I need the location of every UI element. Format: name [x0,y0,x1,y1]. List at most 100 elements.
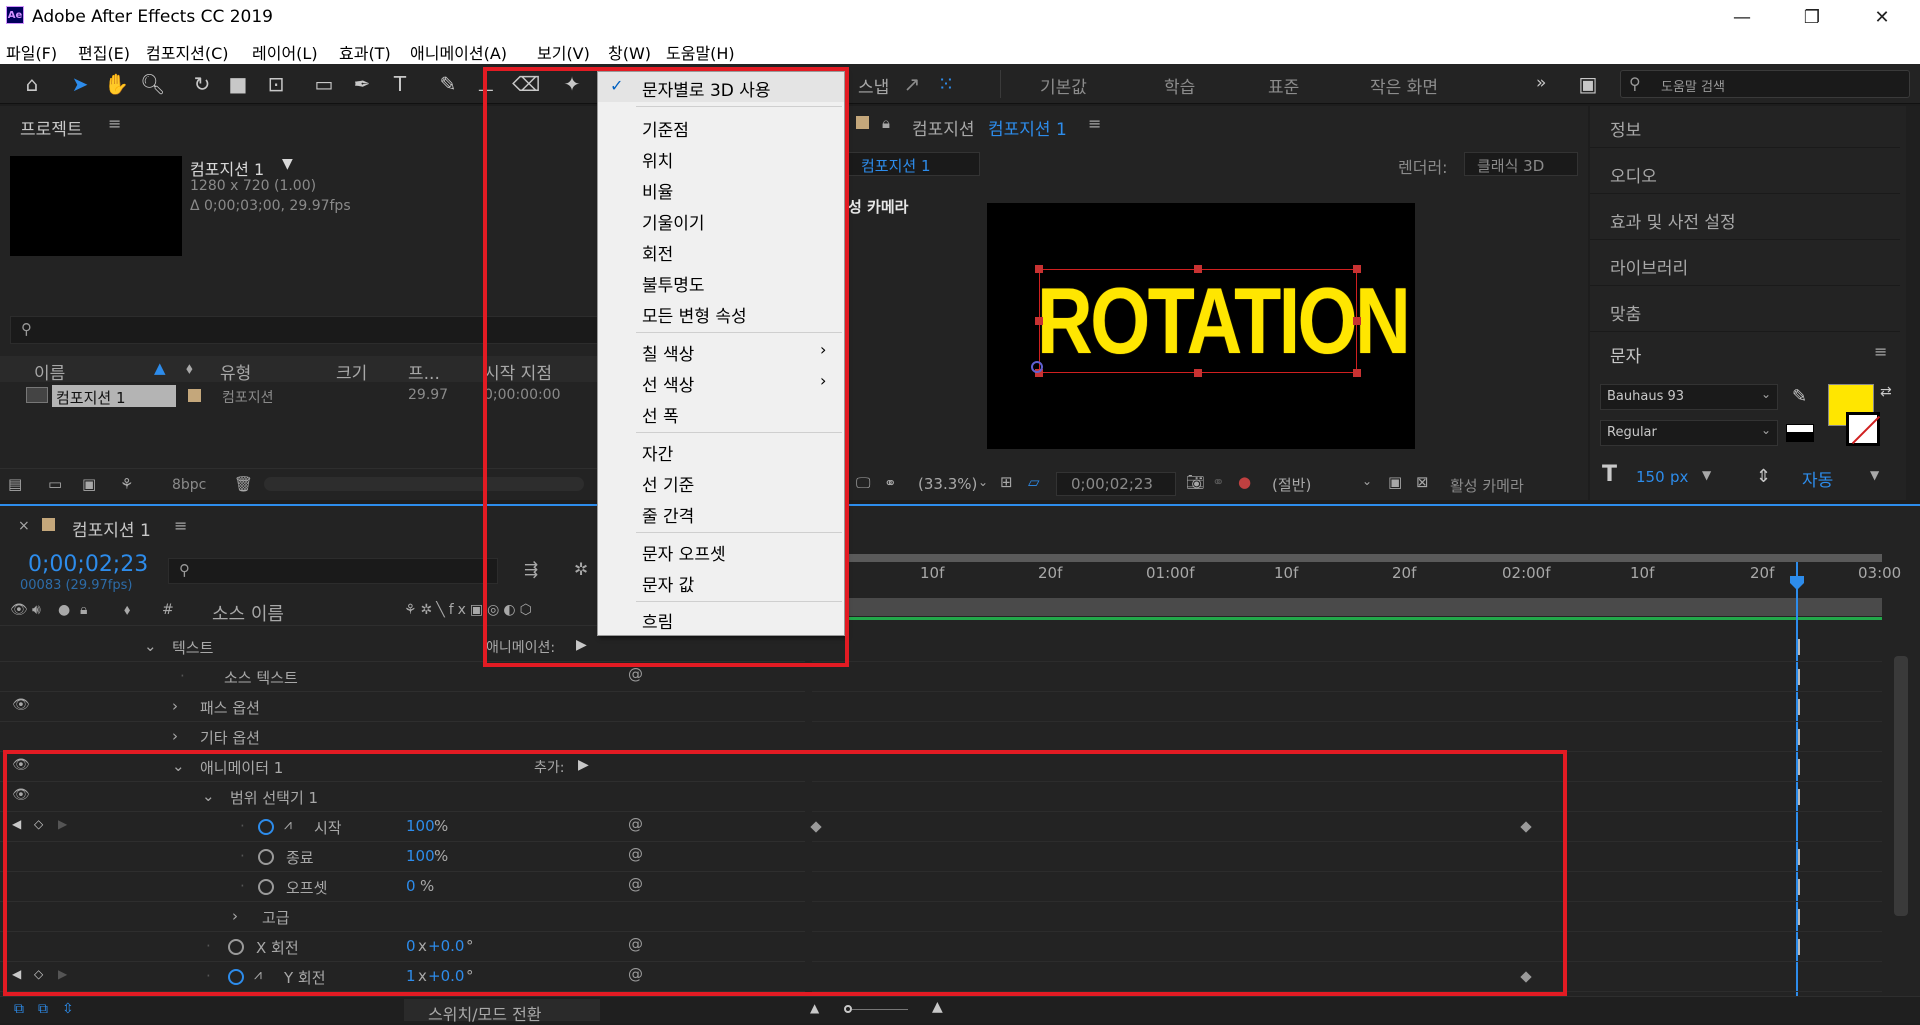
new-composition-icon[interactable]: ▣ [82,475,96,493]
timeline-tab[interactable]: 컴포지션 1 [72,516,151,541]
label-icon[interactable]: ⬧ [124,602,130,618]
navigator-bar[interactable] [812,598,1882,616]
bbox-handle[interactable] [1035,317,1043,325]
pan-behind-tool-icon[interactable]: ⊡ [264,72,288,96]
resolution-select[interactable]: (절반) ⌄ [1268,472,1378,496]
lock-icon[interactable]: 🔒︎ [882,114,890,132]
chevron-down-icon[interactable]: ▼ [1870,468,1879,482]
align-panel-header[interactable]: 맞춤 [1590,290,1900,332]
visibility-icon[interactable]: 👁︎ [10,602,28,618]
work-area-bar[interactable] [812,554,1882,562]
region-of-interest-icon[interactable]: ▣ [1388,473,1402,491]
active-camera-select[interactable]: 활성 카메라 [1450,475,1582,496]
new-folder-icon[interactable]: ▭ [48,475,62,493]
workspace-small-screen[interactable]: 작은 화면 [1370,73,1438,98]
panel-menu-icon[interactable]: ≡ [174,516,187,535]
snap-icon[interactable]: ↗ [900,72,924,96]
bbox-handle[interactable] [1035,265,1043,273]
zoom-select[interactable]: (33.3%) [918,475,977,493]
menu-effect[interactable]: 효과(T) [339,40,391,64]
font-family-select[interactable]: Bauhaus 93 ⌄ [1600,384,1778,410]
snapshot-icon[interactable]: 📷︎ [1186,473,1205,491]
zoom-slider-thumb[interactable] [844,1005,852,1013]
leading-value[interactable]: 자동 [1802,466,1833,491]
chevron-down-icon[interactable]: ⌄ [978,475,988,489]
audio-panel-header[interactable]: 오디오 [1590,152,1900,194]
comp-nav-tab[interactable]: 컴포지션 1 [848,152,980,176]
comp-mini-flowchart-icon[interactable]: ⧉ [14,1001,24,1017]
snap-grid-icon[interactable]: ⁙ [934,72,958,96]
minimize-button[interactable]: — [1712,0,1772,36]
font-size-value[interactable]: 150 [1636,468,1665,486]
renderer-select[interactable]: 클래식 3D [1464,152,1578,176]
monitor-icon[interactable]: 🖵︎ [856,474,870,492]
camera-tool-icon[interactable]: ■ [226,72,250,96]
close-tab-icon[interactable]: × [18,518,30,534]
time-ruler[interactable]: 10f 20f 01:00f 10f 20f 02:00f 10f 20f 03… [812,562,1901,596]
expand-chevron-icon[interactable]: › [172,727,178,745]
anchor-point-icon[interactable] [1031,361,1043,373]
bbox-handle[interactable] [1353,265,1361,273]
zoom-out-icon[interactable]: ▲ [810,1001,819,1015]
workspace-learn[interactable]: 학습 [1164,73,1195,98]
bpc-toggle[interactable]: 8bpc [172,477,206,493]
library-panel-header[interactable]: 라이브러리 [1590,244,1900,286]
menu-composition[interactable]: 컴포지션(C) [146,40,229,64]
zoom-tool-icon[interactable]: 🔍︎ [140,72,165,96]
sort-asc-icon[interactable]: ▲ [154,359,166,377]
bbox-handle[interactable] [1353,317,1361,325]
safe-margins-icon[interactable]: ⊞ [1000,473,1013,491]
property-row-more-options[interactable]: › 기타 옵션 [0,722,805,752]
solo-icon[interactable]: ● [58,602,70,618]
eyedropper-icon[interactable]: ✎ [1792,386,1807,407]
menu-animation[interactable]: 애니메이션(A) [410,40,507,64]
switches-modes-toggle[interactable]: 스위치/모드 전환 [404,999,600,1024]
close-button[interactable]: ✕ [1852,0,1912,36]
panel-menu-icon[interactable]: ≡ [108,114,121,133]
home-icon[interactable]: ⌂ [20,72,44,96]
timeline-search-input[interactable]: ⚲ [168,558,498,584]
composition-canvas[interactable]: ROTATION [987,203,1415,449]
col-fps[interactable]: 프... [408,359,440,384]
bbox-handle[interactable] [1353,369,1361,377]
swap-colors-icon[interactable]: ⇄ [1880,384,1892,400]
effects-presets-header[interactable]: 효과 및 사전 설정 [1590,198,1900,240]
trash-icon[interactable]: 🗑︎ [234,475,253,493]
mask-view-icon[interactable]: ⚭ [884,474,897,492]
label-color-swatch[interactable] [188,389,201,402]
flowchart-icon[interactable]: ⚘ [120,475,133,493]
menu-layer[interactable]: 레이어(L) [252,40,318,64]
show-snapshot-icon[interactable]: ⚭ [1212,473,1225,491]
viewer-tab-prefix[interactable]: 컴포지션 [912,115,975,140]
workspace-more-icon[interactable]: » [1536,73,1546,93]
menu-view[interactable]: 보기(V) [537,40,590,64]
chevron-down-icon[interactable]: ▼ [282,156,293,172]
timeline-scrollbar[interactable] [1894,656,1908,916]
col-size[interactable]: 크기 [336,359,367,384]
audio-icon[interactable]: 🔊︎ [32,602,41,618]
help-search-input[interactable]: ⚲ 도움말 검색 [1620,70,1910,98]
bbox-handle[interactable] [1194,369,1202,377]
menu-file[interactable]: 파일(F) [6,40,57,64]
col-name[interactable]: 이름 [34,359,65,384]
rectangle-tool-icon[interactable]: ▭ [312,72,336,96]
project-tab[interactable]: 프로젝트 [20,115,83,140]
workspace-default[interactable]: 기본값 [1040,73,1087,98]
character-panel-title[interactable]: 문자 [1610,342,1641,367]
menu-edit[interactable]: 편집(E) [78,40,130,64]
bbox-handle[interactable] [1194,265,1202,273]
menu-window[interactable]: 창(W) [608,40,651,64]
font-style-select[interactable]: Regular ⌄ [1600,420,1778,446]
col-type[interactable]: 유형 [220,359,251,384]
viewer-timecode[interactable]: 0;00;02;23 [1056,472,1176,496]
viewer-tab-name[interactable]: 컴포지션 1 [988,115,1067,140]
expand-switches-icon[interactable]: ⧉ [38,1001,48,1017]
lock-icon[interactable]: 🔒︎ [80,602,87,618]
transparency-icon[interactable]: ⊠ [1416,473,1429,491]
rotate-tool-icon[interactable]: ↻ [190,72,214,96]
panel-menu-icon[interactable]: ≡ [1874,342,1887,361]
zoom-in-icon[interactable]: ▲ [932,999,943,1015]
restore-button[interactable]: ❐ [1782,0,1842,36]
stroke-color-swatch[interactable] [1846,412,1881,446]
item-name[interactable]: 컴포지션 1 [52,385,176,407]
